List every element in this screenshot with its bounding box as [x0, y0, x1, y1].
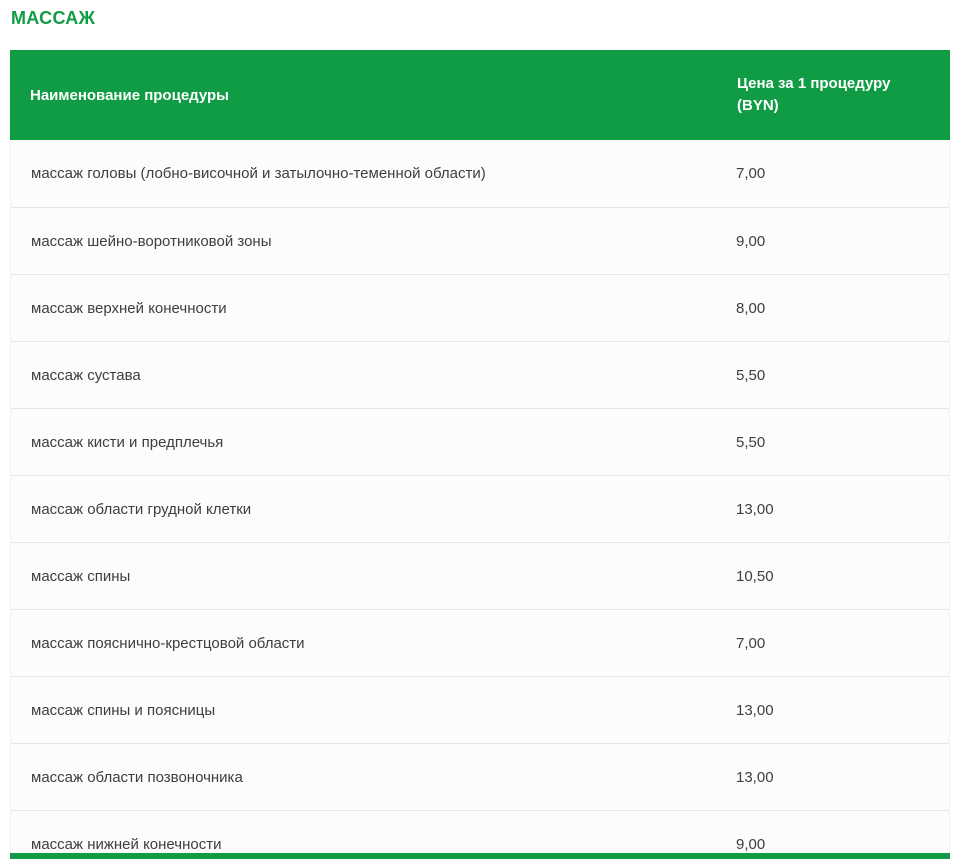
procedure-price: 13,00 [716, 702, 949, 719]
procedure-price: 9,00 [716, 233, 949, 250]
procedure-price: 5,50 [716, 434, 949, 451]
column-header-price-label: Цена за 1 процедуру (BYN) [737, 73, 909, 117]
procedure-name: массаж области грудной клетки [11, 501, 716, 518]
procedure-price: 8,00 [716, 300, 949, 317]
procedure-name: массаж головы (лобно-височной и затылочн… [11, 165, 716, 182]
procedure-name: массаж сустава [11, 367, 716, 384]
procedure-name: массаж нижней конечности [11, 836, 716, 853]
procedure-name: массаж кисти и предплечья [11, 434, 716, 451]
table-row: массаж спины и поясницы 13,00 [11, 676, 949, 743]
table-body: массаж головы (лобно-височной и затылочн… [10, 140, 950, 859]
price-table: Наименование процедуры Цена за 1 процеду… [10, 50, 950, 859]
table-row: массаж области грудной клетки 13,00 [11, 475, 949, 542]
procedure-price: 7,00 [716, 635, 949, 652]
table-row: массаж области позвоночника 13,00 [11, 743, 949, 810]
procedure-name: массаж верхней конечности [11, 300, 716, 317]
procedure-price: 10,50 [716, 568, 949, 585]
procedure-price: 13,00 [716, 501, 949, 518]
procedure-name: массаж области позвоночника [11, 769, 716, 786]
procedure-price: 7,00 [716, 165, 949, 182]
page-title: МАССАЖ [11, 8, 95, 29]
next-table-header-strip [10, 853, 950, 859]
procedure-name: массаж спины [11, 568, 716, 585]
table-row: массаж спины 10,50 [11, 542, 949, 609]
procedure-price: 5,50 [716, 367, 949, 384]
column-header-procedure-name: Наименование процедуры [10, 87, 717, 104]
table-row: массаж головы (лобно-височной и затылочн… [11, 140, 949, 207]
table-header-row: Наименование процедуры Цена за 1 процеду… [10, 50, 950, 140]
procedure-price: 13,00 [716, 769, 949, 786]
procedure-price: 9,00 [716, 836, 949, 853]
table-row: массаж сустава 5,50 [11, 341, 949, 408]
table-row: массаж пояснично-крестцовой области 7,00 [11, 609, 949, 676]
table-row: массаж шейно-воротниковой зоны 9,00 [11, 207, 949, 274]
procedure-name: массаж спины и поясницы [11, 702, 716, 719]
column-header-price: Цена за 1 процедуру (BYN) [717, 73, 950, 117]
procedure-name: массаж шейно-воротниковой зоны [11, 233, 716, 250]
procedure-name: массаж пояснично-крестцовой области [11, 635, 716, 652]
table-row: массаж верхней конечности 8,00 [11, 274, 949, 341]
table-row: массаж нижней конечности 9,00 [11, 810, 949, 859]
table-row: массаж кисти и предплечья 5,50 [11, 408, 949, 475]
